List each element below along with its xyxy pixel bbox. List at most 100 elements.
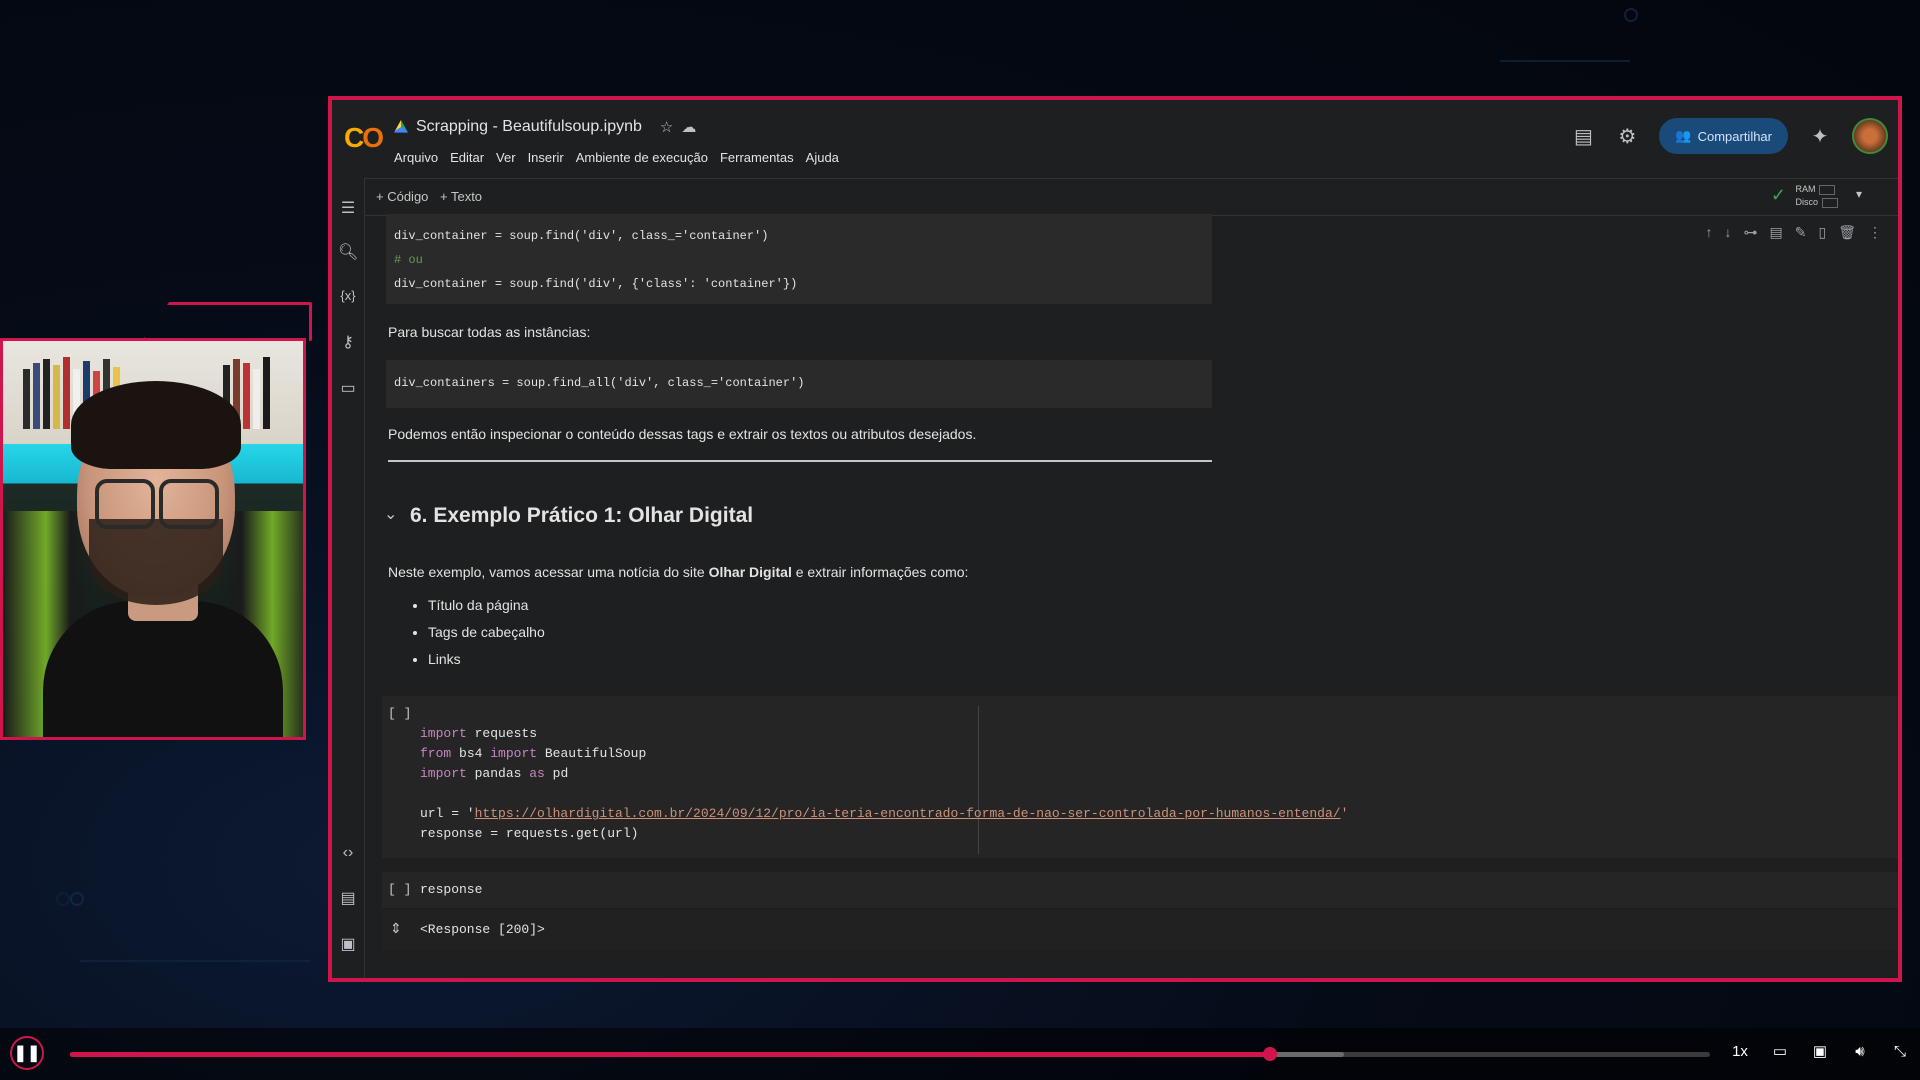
menu-bar: Arquivo Editar Ver Inserir Ambiente de e…	[394, 150, 839, 165]
code-token: '	[1340, 806, 1349, 821]
toc-icon[interactable]: ☰	[338, 198, 358, 218]
code-keyword: import	[420, 766, 467, 781]
player-right-controls: 1x ▭ ▣ 🔊︎ ⤡	[1730, 1042, 1910, 1061]
folder-icon[interactable]: ▭	[338, 378, 358, 398]
menu-editar[interactable]: Editar	[450, 150, 484, 165]
pause-icon: ❚❚	[13, 1045, 41, 1062]
notebook-title[interactable]: Scrapping - Beautifulsoup.ipynb	[416, 118, 642, 136]
code-token: pd	[544, 766, 569, 781]
menu-ajuda[interactable]: Ajuda	[806, 150, 839, 165]
run-cell-button[interactable]: [ ]	[388, 706, 411, 721]
list-item: Título da página	[428, 592, 545, 619]
code-line: response = requests.get(url)	[420, 826, 639, 841]
gemini-icon[interactable]: ✦	[1808, 124, 1832, 149]
variables-icon[interactable]: {x}	[338, 288, 358, 303]
resources-indicator[interactable]: RAM Disco	[1795, 183, 1838, 209]
ram-label: RAM	[1795, 184, 1816, 194]
code-token: bs4	[451, 746, 491, 761]
bg-trace	[80, 900, 310, 962]
settings-icon[interactable]: ⚙	[1615, 124, 1639, 149]
drive-icon	[394, 120, 408, 133]
code-cell-3[interactable]: [ ] import requests from bs4 import Beau…	[382, 696, 1898, 858]
code-keyword: import	[490, 746, 538, 761]
menu-arquivo[interactable]: Arquivo	[394, 150, 438, 165]
star-icon[interactable]: ☆	[660, 118, 673, 136]
code-token: BeautifulSoup	[537, 746, 647, 761]
pause-button[interactable]: ❚❚	[10, 1036, 44, 1070]
comments-icon[interactable]: ▤	[1571, 124, 1595, 149]
code-token: requests	[466, 726, 538, 741]
intro-prefix: Neste exemplo, vamos acessar uma notícia…	[388, 564, 709, 580]
code-line: div_container = soup.find('div', {'class…	[394, 277, 798, 291]
markdown-text: Podemos então inspecionar o conteúdo des…	[388, 426, 977, 442]
share-button[interactable]: 👥 Compartilhar	[1659, 118, 1788, 154]
disk-label: Disco	[1795, 197, 1818, 207]
code-line: response	[420, 882, 483, 897]
list-item: Tags de cabeçalho	[428, 619, 545, 646]
intro-bold: Olhar Digital	[708, 564, 792, 580]
people-icon: 👥	[1675, 128, 1692, 143]
share-label: Compartilhar	[1697, 128, 1772, 144]
playback-speed-button[interactable]: 1x	[1730, 1043, 1750, 1060]
bullet-list: Título da página Tags de cabeçalho Links	[404, 592, 545, 673]
code-comment: # ou	[394, 253, 423, 267]
webcam-frame-tab	[142, 302, 312, 341]
code-cell-1[interactable]: div_container = soup.find('div', class_=…	[386, 214, 1212, 304]
find-icon[interactable]: 🔍︎	[338, 242, 358, 262]
code-editor[interactable]: import requests from bs4 import Beautifu…	[420, 704, 1348, 844]
code-cell-2[interactable]: div_containers = soup.find_all('div', cl…	[386, 360, 1212, 408]
intro-paragraph: Neste exemplo, vamos acessar uma notícia…	[388, 564, 968, 580]
fullscreen-exit-icon[interactable]: ⤡	[1890, 1043, 1910, 1060]
bg-node	[56, 892, 70, 906]
person-hair	[71, 381, 241, 469]
webcam-video	[0, 338, 306, 740]
person-shirt	[43, 601, 283, 737]
colab-window: CO Scrapping - Beautifulsoup.ipynb ☆ ☁ A…	[328, 96, 1902, 982]
avatar[interactable]	[1852, 118, 1888, 154]
pip-icon[interactable]: ▣	[1810, 1042, 1830, 1060]
glasses-left	[95, 479, 155, 529]
url-link[interactable]: https://olhardigital.com.br/2024/09/12/p…	[475, 806, 1341, 821]
title-row: Scrapping - Beautifulsoup.ipynb ☆ ☁	[394, 118, 696, 136]
code-token: url = '	[420, 806, 475, 821]
command-palette-icon[interactable]: ▤	[338, 888, 358, 908]
menu-inserir[interactable]: Inserir	[528, 150, 564, 165]
code-cell-4[interactable]: [ ] response	[382, 872, 1898, 908]
run-cell-button[interactable]: [ ]	[388, 882, 411, 897]
code-keyword: as	[529, 766, 545, 781]
progress-fill	[70, 1052, 1271, 1057]
menu-ver[interactable]: Ver	[496, 150, 516, 165]
section-heading: 6. Exemplo Prático 1: Olhar Digital	[410, 504, 754, 527]
volume-icon[interactable]: 🔊︎	[1850, 1043, 1870, 1060]
person-beard	[89, 519, 223, 605]
colab-logo[interactable]: CO	[344, 122, 384, 154]
notebook-toolbar: + Código + Texto ✓ RAM Disco ▾	[364, 178, 1898, 216]
code-line: div_containers = soup.find_all('div', cl…	[394, 376, 805, 390]
code-snippets-icon[interactable]: ‹›	[338, 844, 358, 862]
progress-handle[interactable]	[1263, 1047, 1278, 1061]
video-player-controls: ❚❚ 1x ▭ ▣ 🔊︎ ⤡	[0, 1028, 1920, 1080]
menu-ambiente[interactable]: Ambiente de execução	[576, 150, 708, 165]
code-token: pandas	[466, 766, 530, 781]
left-sidebar: ☰ 🔍︎ {x} ⚷ ▭ ‹› ▤ ▣	[332, 178, 365, 978]
key-icon[interactable]: ⚷	[338, 332, 358, 352]
add-text-button[interactable]: + Texto	[440, 189, 482, 204]
colab-header: CO Scrapping - Beautifulsoup.ipynb ☆ ☁ A…	[332, 100, 1898, 178]
code-line: div_container = soup.find('div', class_=…	[394, 229, 769, 243]
intro-suffix: e extrair informações como:	[791, 564, 969, 580]
output-text: <Response [200]>	[420, 922, 545, 937]
glasses-right	[159, 479, 219, 529]
output-toggle-icon[interactable]: ⇕	[390, 920, 402, 937]
markdown-text: Para buscar todas as instâncias:	[388, 324, 591, 340]
notebook-content: div_container = soup.find('div', class_=…	[364, 214, 1898, 978]
add-code-button[interactable]: + Código	[376, 189, 428, 204]
progress-bar[interactable]	[70, 1047, 1710, 1061]
code-keyword: from	[420, 746, 452, 761]
divider	[388, 460, 1212, 462]
cloud-icon[interactable]: ☁	[681, 118, 696, 136]
chevron-down-icon[interactable]: ▾	[1856, 187, 1862, 201]
terminal-icon[interactable]: ▣	[338, 934, 358, 954]
menu-ferramentas[interactable]: Ferramentas	[720, 150, 794, 165]
captions-icon[interactable]: ▭	[1770, 1042, 1790, 1060]
chevron-down-icon[interactable]: ⌄	[384, 504, 397, 524]
